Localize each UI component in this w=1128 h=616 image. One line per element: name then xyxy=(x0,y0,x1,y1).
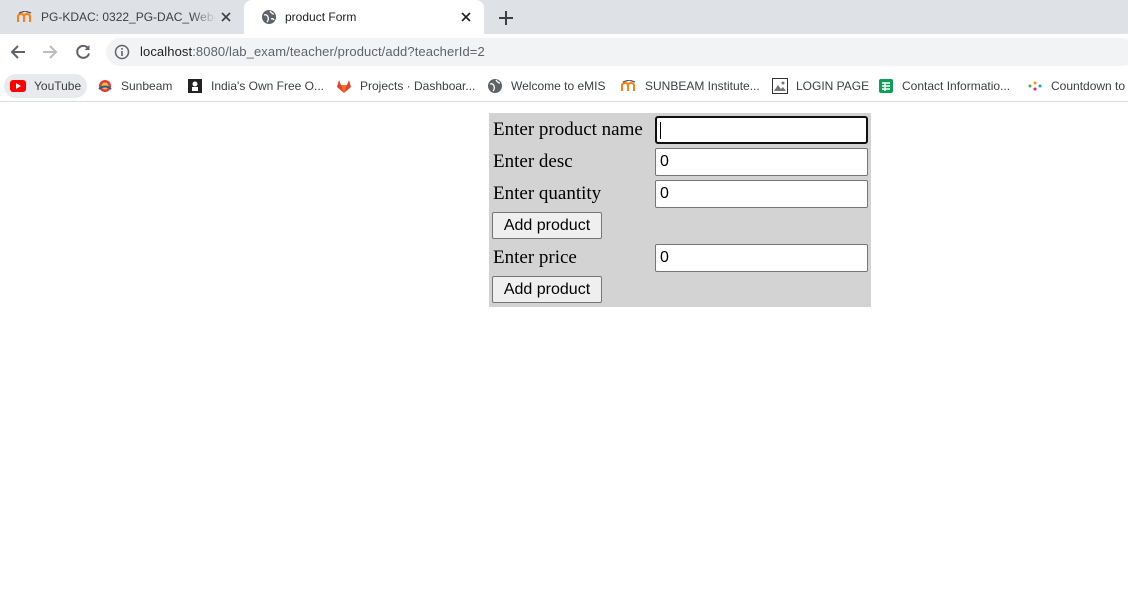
back-button[interactable] xyxy=(6,40,30,64)
sheets-icon xyxy=(878,78,894,94)
price-input[interactable] xyxy=(655,244,868,272)
globe-icon xyxy=(261,9,277,25)
product-form: Enter product name Enter desc Enter quan… xyxy=(489,113,871,307)
moodle-icon xyxy=(17,9,33,25)
bookmark-countdown[interactable]: Countdown to xyxy=(1021,74,1128,98)
globe-icon xyxy=(487,78,503,94)
bookmark-sunbeam[interactable]: Sunbeam xyxy=(91,74,178,98)
price-label: Enter price xyxy=(493,247,577,268)
bookmark-india-free[interactable]: India's Own Free O... xyxy=(181,74,330,98)
back-arrow-icon xyxy=(10,45,25,59)
desc-input[interactable] xyxy=(655,148,868,176)
bookmark-login-page[interactable]: LOGIN PAGE xyxy=(766,74,875,98)
info-icon[interactable] xyxy=(114,44,130,60)
youtube-icon xyxy=(10,78,26,94)
bookmark-label: Welcome to eMIS xyxy=(511,79,606,93)
bookmark-label: Sunbeam xyxy=(121,79,173,93)
bookmark-label: Projects · Dashboar... xyxy=(360,79,476,93)
tab-title: PG-KDAC: 0322_PG-DAC_Web-based Java Prog… xyxy=(41,10,217,24)
text-caret xyxy=(660,122,661,139)
product-name-label: Enter product name xyxy=(493,119,643,140)
desc-label: Enter desc xyxy=(493,151,573,172)
bookmark-label: India's Own Free O... xyxy=(211,79,324,93)
reload-icon xyxy=(76,44,90,59)
url-host: localhost xyxy=(140,44,193,59)
tab-strip: PG-KDAC: 0322_PG-DAC_Web-based Java Prog… xyxy=(0,0,1128,34)
bookmark-site-icon xyxy=(187,78,203,94)
bookmark-sunbeam-institute[interactable]: SUNBEAM Institute... xyxy=(615,74,766,98)
url-path: :8080/lab_exam/teacher/product/add?teach… xyxy=(192,44,485,59)
bookmarks-bar: YouTube Sunbeam India's Own Free O... Pr… xyxy=(0,70,1128,102)
reload-button[interactable] xyxy=(71,40,95,64)
dots-icon xyxy=(1027,78,1043,94)
quantity-label: Enter quantity xyxy=(493,183,602,204)
quantity-input[interactable] xyxy=(655,180,868,208)
sunbeam-icon xyxy=(97,78,113,94)
bookmark-emis[interactable]: Welcome to eMIS xyxy=(481,74,611,98)
add-product-button[interactable]: Add product xyxy=(492,212,602,239)
tab-moodle[interactable]: PG-KDAC: 0322_PG-DAC_Web-based Java Prog… xyxy=(0,0,244,34)
close-tab-icon[interactable] xyxy=(218,9,234,25)
tab-title: product Form xyxy=(285,10,357,24)
plus-icon xyxy=(499,11,513,25)
bookmark-label: YouTube xyxy=(34,79,82,93)
bookmark-label: Contact Informatio... xyxy=(902,79,1011,93)
forward-button[interactable] xyxy=(38,40,62,64)
bookmark-contact-info[interactable]: Contact Informatio... xyxy=(872,74,1016,98)
tab-product-form[interactable]: product Form xyxy=(244,0,484,34)
bookmark-youtube[interactable]: YouTube xyxy=(4,74,88,98)
bookmark-label: LOGIN PAGE xyxy=(796,79,870,93)
forward-arrow-icon xyxy=(43,45,58,59)
address-bar[interactable]: localhost:8080/lab_exam/teacher/product/… xyxy=(106,38,1128,66)
bookmark-label: SUNBEAM Institute... xyxy=(645,79,760,93)
close-tab-icon[interactable] xyxy=(458,9,474,25)
add-product-button-2[interactable]: Add product xyxy=(492,276,602,303)
moodle-icon xyxy=(621,78,637,94)
image-icon xyxy=(772,78,788,94)
bookmark-label: Countdown to xyxy=(1051,79,1126,93)
url-text[interactable]: localhost:8080/lab_exam/teacher/product/… xyxy=(140,44,485,59)
gitlab-icon xyxy=(336,78,352,94)
bookmark-gitlab[interactable]: Projects · Dashboar... xyxy=(330,74,481,98)
new-tab-button[interactable] xyxy=(496,8,516,28)
product-name-input[interactable] xyxy=(655,116,868,144)
browser-toolbar: localhost:8080/lab_exam/teacher/product/… xyxy=(0,34,1128,70)
